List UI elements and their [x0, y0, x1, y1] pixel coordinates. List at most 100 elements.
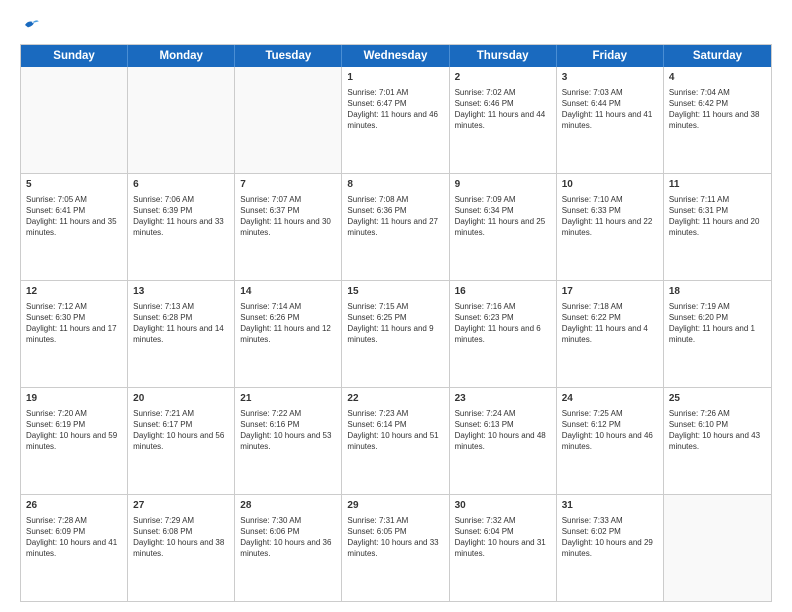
day-number: 9: [455, 178, 551, 192]
cell-info: Sunrise: 7:25 AM Sunset: 6:12 PM Dayligh…: [562, 408, 658, 453]
calendar-row-2: 12 Sunrise: 7:12 AM Sunset: 6:30 PM Dayli…: [21, 280, 771, 387]
empty-cell: [128, 67, 235, 173]
day-number: 6: [133, 178, 229, 192]
day-number: 23: [455, 392, 551, 406]
cell-info: Sunrise: 7:18 AM Sunset: 6:22 PM Dayligh…: [562, 301, 658, 346]
day-cell-27: 27 Sunrise: 7:29 AM Sunset: 6:08 PM Dayli…: [128, 495, 235, 601]
cell-info: Sunrise: 7:14 AM Sunset: 6:26 PM Dayligh…: [240, 301, 336, 346]
header: [20, 16, 772, 34]
day-cell-15: 15 Sunrise: 7:15 AM Sunset: 6:25 PM Dayli…: [342, 281, 449, 387]
day-cell-23: 23Sunrise: 7:24 AM Sunset: 6:13 PM Dayli…: [450, 388, 557, 494]
page: SundayMondayTuesdayWednesdayThursdayFrid…: [0, 0, 792, 612]
calendar-row-3: 19 Sunrise: 7:20 AM Sunset: 6:19 PM Dayli…: [21, 387, 771, 494]
cell-info: Sunrise: 7:02 AM Sunset: 6:46 PM Dayligh…: [455, 87, 551, 132]
day-cell-20: 20 Sunrise: 7:21 AM Sunset: 6:17 PM Dayli…: [128, 388, 235, 494]
day-cell-30: 30Sunrise: 7:32 AM Sunset: 6:04 PM Dayli…: [450, 495, 557, 601]
day-number: 27: [133, 499, 229, 513]
cell-info: Sunrise: 7:12 AM Sunset: 6:30 PM Dayligh…: [26, 301, 122, 346]
day-header-tuesday: Tuesday: [235, 45, 342, 67]
empty-cell: [664, 495, 771, 601]
day-cell-9: 9Sunrise: 7:09 AM Sunset: 6:34 PM Daylig…: [450, 174, 557, 280]
day-header-saturday: Saturday: [664, 45, 771, 67]
logo-text: [20, 16, 40, 34]
day-number: 16: [455, 285, 551, 299]
day-number: 29: [347, 499, 443, 513]
cell-info: Sunrise: 7:28 AM Sunset: 6:09 PM Dayligh…: [26, 515, 122, 560]
cell-info: Sunrise: 7:03 AM Sunset: 6:44 PM Dayligh…: [562, 87, 658, 132]
day-cell-2: 2Sunrise: 7:02 AM Sunset: 6:46 PM Daylig…: [450, 67, 557, 173]
cell-info: Sunrise: 7:20 AM Sunset: 6:19 PM Dayligh…: [26, 408, 122, 453]
day-number: 14: [240, 285, 336, 299]
day-cell-14: 14 Sunrise: 7:14 AM Sunset: 6:26 PM Dayli…: [235, 281, 342, 387]
day-number: 3: [562, 71, 658, 85]
day-cell-22: 22 Sunrise: 7:23 AM Sunset: 6:14 PM Dayli…: [342, 388, 449, 494]
day-number: 18: [669, 285, 766, 299]
cell-info: Sunrise: 7:23 AM Sunset: 6:14 PM Dayligh…: [347, 408, 443, 453]
day-cell-1: 1 Sunrise: 7:01 AM Sunset: 6:47 PM Daylig…: [342, 67, 449, 173]
cell-info: Sunrise: 7:30 AM Sunset: 6:06 PM Dayligh…: [240, 515, 336, 560]
day-cell-4: 4 Sunrise: 7:04 AM Sunset: 6:42 PM Daylig…: [664, 67, 771, 173]
cell-info: Sunrise: 7:05 AM Sunset: 6:41 PM Dayligh…: [26, 194, 122, 239]
day-cell-11: 11Sunrise: 7:11 AM Sunset: 6:31 PM Dayli…: [664, 174, 771, 280]
day-number: 10: [562, 178, 658, 192]
day-cell-13: 13 Sunrise: 7:13 AM Sunset: 6:28 PM Dayli…: [128, 281, 235, 387]
cell-info: Sunrise: 7:29 AM Sunset: 6:08 PM Dayligh…: [133, 515, 229, 560]
day-number: 15: [347, 285, 443, 299]
day-cell-12: 12 Sunrise: 7:12 AM Sunset: 6:30 PM Dayli…: [21, 281, 128, 387]
day-cell-5: 5Sunrise: 7:05 AM Sunset: 6:41 PM Daylig…: [21, 174, 128, 280]
day-cell-17: 17 Sunrise: 7:18 AM Sunset: 6:22 PM Dayli…: [557, 281, 664, 387]
cell-info: Sunrise: 7:21 AM Sunset: 6:17 PM Dayligh…: [133, 408, 229, 453]
day-number: 12: [26, 285, 122, 299]
cell-info: Sunrise: 7:13 AM Sunset: 6:28 PM Dayligh…: [133, 301, 229, 346]
cell-info: Sunrise: 7:15 AM Sunset: 6:25 PM Dayligh…: [347, 301, 443, 346]
day-number: 20: [133, 392, 229, 406]
day-number: 26: [26, 499, 122, 513]
day-number: 19: [26, 392, 122, 406]
day-number: 22: [347, 392, 443, 406]
cell-info: Sunrise: 7:07 AM Sunset: 6:37 PM Dayligh…: [240, 194, 336, 239]
day-number: 21: [240, 392, 336, 406]
day-header-sunday: Sunday: [21, 45, 128, 67]
day-header-monday: Monday: [128, 45, 235, 67]
day-number: 7: [240, 178, 336, 192]
calendar-row-4: 26 Sunrise: 7:28 AM Sunset: 6:09 PM Dayli…: [21, 494, 771, 601]
day-number: 11: [669, 178, 766, 192]
calendar-header: SundayMondayTuesdayWednesdayThursdayFrid…: [21, 45, 771, 67]
day-cell-6: 6 Sunrise: 7:06 AM Sunset: 6:39 PM Daylig…: [128, 174, 235, 280]
day-cell-26: 26 Sunrise: 7:28 AM Sunset: 6:09 PM Dayli…: [21, 495, 128, 601]
calendar-body: 1 Sunrise: 7:01 AM Sunset: 6:47 PM Daylig…: [21, 67, 771, 601]
calendar: SundayMondayTuesdayWednesdayThursdayFrid…: [20, 44, 772, 602]
cell-info: Sunrise: 7:31 AM Sunset: 6:05 PM Dayligh…: [347, 515, 443, 560]
day-number: 4: [669, 71, 766, 85]
day-number: 28: [240, 499, 336, 513]
cell-info: Sunrise: 7:22 AM Sunset: 6:16 PM Dayligh…: [240, 408, 336, 453]
calendar-row-1: 5Sunrise: 7:05 AM Sunset: 6:41 PM Daylig…: [21, 173, 771, 280]
cell-info: Sunrise: 7:06 AM Sunset: 6:39 PM Dayligh…: [133, 194, 229, 239]
day-header-thursday: Thursday: [450, 45, 557, 67]
day-number: 17: [562, 285, 658, 299]
day-number: 13: [133, 285, 229, 299]
logo: [20, 16, 40, 34]
logo-bird-icon: [22, 16, 40, 34]
empty-cell: [21, 67, 128, 173]
day-cell-31: 31 Sunrise: 7:33 AM Sunset: 6:02 PM Dayli…: [557, 495, 664, 601]
day-cell-19: 19 Sunrise: 7:20 AM Sunset: 6:19 PM Dayli…: [21, 388, 128, 494]
empty-cell: [235, 67, 342, 173]
day-cell-3: 3 Sunrise: 7:03 AM Sunset: 6:44 PM Daylig…: [557, 67, 664, 173]
cell-info: Sunrise: 7:19 AM Sunset: 6:20 PM Dayligh…: [669, 301, 766, 346]
day-number: 24: [562, 392, 658, 406]
day-cell-25: 25 Sunrise: 7:26 AM Sunset: 6:10 PM Dayli…: [664, 388, 771, 494]
cell-info: Sunrise: 7:01 AM Sunset: 6:47 PM Dayligh…: [347, 87, 443, 132]
cell-info: Sunrise: 7:16 AM Sunset: 6:23 PM Dayligh…: [455, 301, 551, 346]
day-number: 25: [669, 392, 766, 406]
cell-info: Sunrise: 7:04 AM Sunset: 6:42 PM Dayligh…: [669, 87, 766, 132]
calendar-row-0: 1 Sunrise: 7:01 AM Sunset: 6:47 PM Daylig…: [21, 67, 771, 173]
cell-info: Sunrise: 7:08 AM Sunset: 6:36 PM Dayligh…: [347, 194, 443, 239]
day-cell-7: 7 Sunrise: 7:07 AM Sunset: 6:37 PM Daylig…: [235, 174, 342, 280]
cell-info: Sunrise: 7:26 AM Sunset: 6:10 PM Dayligh…: [669, 408, 766, 453]
cell-info: Sunrise: 7:32 AM Sunset: 6:04 PM Dayligh…: [455, 515, 551, 560]
cell-info: Sunrise: 7:33 AM Sunset: 6:02 PM Dayligh…: [562, 515, 658, 560]
day-number: 31: [562, 499, 658, 513]
day-number: 1: [347, 71, 443, 85]
day-cell-21: 21 Sunrise: 7:22 AM Sunset: 6:16 PM Dayli…: [235, 388, 342, 494]
